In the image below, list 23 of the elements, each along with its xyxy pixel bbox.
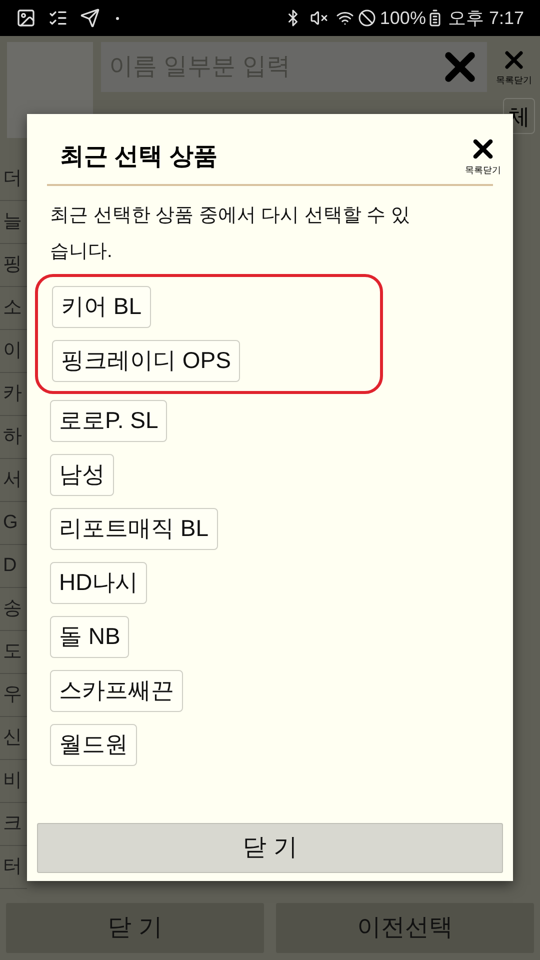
product-chip[interactable]: 스카프쌔끈 bbox=[50, 670, 183, 712]
close-list-button[interactable]: 목록닫기 bbox=[495, 42, 533, 92]
bottom-button[interactable]: 이전선택 bbox=[276, 903, 534, 953]
mute-icon bbox=[310, 9, 328, 27]
dialog-close-button[interactable]: 목록닫기 bbox=[465, 134, 501, 178]
product-chip[interactable]: 리포트매직 BL bbox=[50, 508, 218, 550]
battery-percent: 100% bbox=[380, 6, 426, 30]
clock: 오후 7:17 bbox=[448, 6, 524, 30]
bottom-button[interactable]: 닫 기 bbox=[6, 903, 264, 953]
dialog-title: 최근 선택 상품 bbox=[60, 142, 218, 172]
image-icon bbox=[16, 8, 36, 28]
product-chip[interactable]: HD나시 bbox=[50, 562, 148, 604]
blocked-icon bbox=[358, 9, 376, 27]
wifi-icon bbox=[336, 9, 354, 27]
product-chip[interactable]: 월드원 bbox=[50, 724, 137, 766]
dialog-description: 최근 선택한 상품 중에서 다시 선택할 수 있습니다. bbox=[49, 204, 411, 264]
product-chip[interactable]: 남성 bbox=[50, 454, 114, 496]
product-chip[interactable]: 돌 NB bbox=[50, 616, 130, 658]
dialog-close-wide-button[interactable]: 닫 기 bbox=[37, 823, 503, 873]
product-chip[interactable]: 로로P. SL bbox=[50, 400, 168, 442]
send-icon bbox=[80, 8, 100, 28]
product-chip[interactable]: 키어 BL bbox=[52, 286, 151, 328]
product-chip[interactable]: 핑크레이디 OPS bbox=[52, 340, 240, 382]
